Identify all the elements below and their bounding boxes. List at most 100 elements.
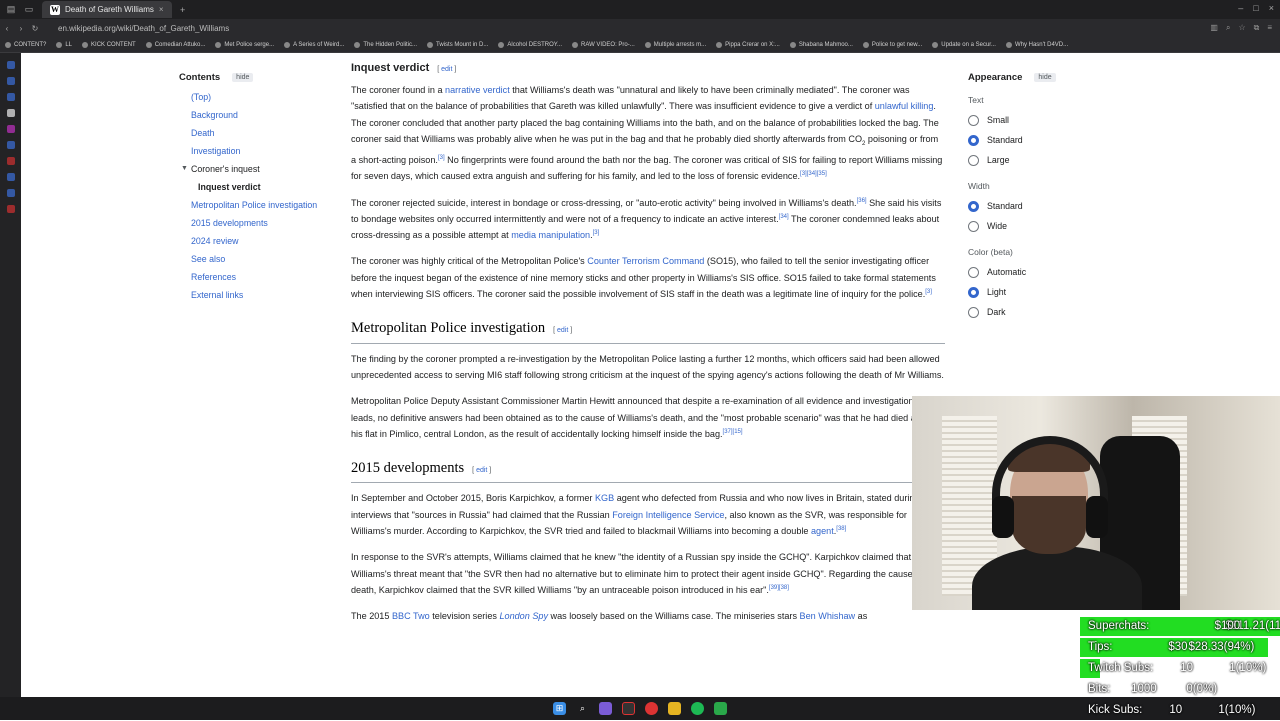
bookmark-item[interactable]: Shabana Mahmoo... bbox=[785, 42, 858, 48]
edit-link[interactable]: [ edit ] bbox=[437, 62, 456, 78]
extensions-icon[interactable]: ⧉ bbox=[1254, 23, 1260, 33]
rail-app-icon[interactable] bbox=[6, 189, 15, 197]
edit-link-text[interactable]: edit bbox=[441, 66, 452, 73]
toc-item-external-links[interactable]: External links bbox=[179, 286, 329, 304]
edit-link-text[interactable]: edit bbox=[476, 467, 487, 474]
bookmark-icon[interactable]: ☆ bbox=[1238, 23, 1245, 33]
chevron-down-icon[interactable]: ▼ bbox=[181, 160, 188, 178]
url-field[interactable]: en.wikipedia.org/wiki/Death_of_Gareth_Wi… bbox=[58, 24, 229, 33]
edit-link[interactable]: [ edit ] bbox=[472, 463, 491, 479]
toc-item-2015-developments[interactable]: 2015 developments bbox=[179, 214, 329, 232]
toc-item-met-police-investigation[interactable]: Metropolitan Police investigation bbox=[179, 196, 329, 214]
bookmark-item[interactable]: RAW VIDEO: Pro-... bbox=[567, 42, 640, 48]
bookmark-item[interactable]: Multiple arrests m... bbox=[640, 42, 711, 48]
citation[interactable]: [36] bbox=[857, 198, 867, 204]
close-window-icon[interactable]: × bbox=[1269, 3, 1274, 13]
toc-item-references[interactable]: References bbox=[179, 268, 329, 286]
bookmark-item[interactable]: Twists Mount in D... bbox=[422, 42, 493, 48]
edit-link[interactable]: [ edit ] bbox=[553, 323, 572, 339]
toc-item-inquest-verdict[interactable]: Inquest verdict bbox=[179, 178, 329, 196]
app-icon[interactable] bbox=[714, 702, 727, 715]
rail-app-icon[interactable] bbox=[6, 77, 15, 85]
radio-text-standard[interactable]: Standard bbox=[968, 130, 1088, 150]
spotify-icon[interactable] bbox=[691, 702, 704, 715]
rail-app-icon[interactable] bbox=[6, 93, 15, 101]
citation[interactable]: [38] bbox=[836, 526, 846, 532]
radio-button-selected[interactable] bbox=[968, 200, 979, 212]
toc-hide-button[interactable]: hide bbox=[232, 72, 254, 82]
tab-list-icon[interactable]: ▭ bbox=[22, 3, 36, 17]
link-counter-terrorism-command[interactable]: Counter Terrorism Command bbox=[587, 256, 704, 266]
radio-color-light[interactable]: Light bbox=[968, 282, 1088, 302]
rail-app-icon[interactable] bbox=[6, 157, 15, 165]
link-media-manipulation[interactable]: media manipulation bbox=[511, 230, 590, 240]
citation[interactable]: [3] bbox=[925, 289, 932, 295]
sidebar-toggle-icon[interactable]: ▤ bbox=[4, 3, 18, 17]
link-kgb[interactable]: KGB bbox=[595, 493, 614, 503]
back-icon[interactable]: ‹ bbox=[0, 24, 14, 33]
link-bbc-two[interactable]: BBC Two bbox=[392, 611, 430, 621]
app-icon[interactable] bbox=[645, 702, 658, 715]
link-london-spy[interactable]: London Spy bbox=[499, 611, 548, 621]
new-tab-icon[interactable]: + bbox=[176, 3, 190, 17]
toc-item-death[interactable]: Death bbox=[179, 124, 329, 142]
bookmark-item[interactable]: The Hidden Politic... bbox=[349, 42, 422, 48]
citation[interactable]: [37][15] bbox=[723, 429, 743, 435]
bookmark-item[interactable]: Why Hasn't D4VD... bbox=[1001, 42, 1073, 48]
radio-button[interactable] bbox=[968, 154, 979, 166]
link-ben-whishaw[interactable]: Ben Whishaw bbox=[800, 611, 856, 621]
rail-app-icon[interactable] bbox=[6, 109, 15, 117]
app-icon[interactable] bbox=[599, 702, 612, 715]
bookmark-item[interactable]: Met Police serge... bbox=[210, 42, 279, 48]
forward-icon[interactable]: › bbox=[14, 24, 28, 33]
rail-app-icon[interactable] bbox=[6, 125, 15, 133]
radio-button[interactable] bbox=[968, 220, 979, 232]
bookmark-item[interactable]: Pippa Crerar on X:... bbox=[711, 42, 785, 48]
bookmark-item[interactable]: A Series of Weird... bbox=[279, 42, 349, 48]
radio-width-wide[interactable]: Wide bbox=[968, 216, 1088, 236]
bookmark-item[interactable]: LL bbox=[51, 42, 77, 48]
radio-button[interactable] bbox=[968, 266, 979, 278]
radio-button-selected[interactable] bbox=[968, 134, 979, 146]
maximize-icon[interactable]: □ bbox=[1253, 3, 1258, 13]
radio-button[interactable] bbox=[968, 306, 979, 318]
search-icon[interactable]: ⌕ bbox=[576, 702, 589, 715]
citation[interactable]: [39][38] bbox=[769, 585, 789, 591]
radio-color-automatic[interactable]: Automatic bbox=[968, 262, 1088, 282]
close-tab-icon[interactable]: × bbox=[159, 5, 164, 14]
radio-text-small[interactable]: Small bbox=[968, 110, 1088, 130]
bookmark-item[interactable]: Alcohol DESTROY... bbox=[493, 42, 567, 48]
appearance-hide-button[interactable]: hide bbox=[1034, 72, 1056, 82]
toc-item-investigation[interactable]: Investigation bbox=[179, 142, 329, 160]
edit-link-text[interactable]: edit bbox=[557, 327, 568, 334]
radio-button[interactable] bbox=[968, 114, 979, 126]
radio-color-dark[interactable]: Dark bbox=[968, 302, 1088, 322]
link-unlawful-killing[interactable]: unlawful killing bbox=[875, 101, 934, 111]
menu-icon[interactable]: ≡ bbox=[1267, 23, 1272, 33]
rail-app-icon[interactable] bbox=[6, 205, 15, 213]
bookmark-item[interactable]: Update on a Secur... bbox=[927, 42, 1001, 48]
toc-item-coroners-inquest[interactable]: ▼ Coroner's inquest bbox=[179, 160, 329, 178]
radio-width-standard[interactable]: Standard bbox=[968, 196, 1088, 216]
bookmark-item[interactable]: CONTENT? bbox=[0, 42, 51, 48]
app-icon[interactable] bbox=[622, 702, 635, 715]
link-narrative-verdict[interactable]: narrative verdict bbox=[445, 85, 510, 95]
toc-item-see-also[interactable]: See also bbox=[179, 250, 329, 268]
radio-button-selected[interactable] bbox=[968, 286, 979, 298]
reader-icon[interactable]: ▥ bbox=[1210, 23, 1218, 33]
citation[interactable]: [34] bbox=[779, 214, 789, 220]
radio-text-large[interactable]: Large bbox=[968, 150, 1088, 170]
link-foreign-intelligence-service[interactable]: Foreign Intelligence Service bbox=[612, 510, 724, 520]
active-tab[interactable]: W Death of Gareth Williams × bbox=[42, 1, 172, 18]
toc-item-2024-review[interactable]: 2024 review bbox=[179, 232, 329, 250]
windows-start-icon[interactable]: ⊞ bbox=[553, 702, 566, 715]
link-agent[interactable]: agent bbox=[811, 526, 834, 536]
file-explorer-icon[interactable] bbox=[668, 702, 681, 715]
reload-icon[interactable]: ↻ bbox=[28, 24, 42, 33]
minimize-icon[interactable]: – bbox=[1238, 3, 1243, 13]
rail-app-icon[interactable] bbox=[6, 141, 15, 149]
citation[interactable]: [3] bbox=[438, 155, 445, 161]
rail-app-icon[interactable] bbox=[6, 173, 15, 181]
bookmark-item[interactable]: KICK CONTENT bbox=[77, 42, 141, 48]
zoom-icon[interactable]: ⌕ bbox=[1226, 23, 1230, 33]
